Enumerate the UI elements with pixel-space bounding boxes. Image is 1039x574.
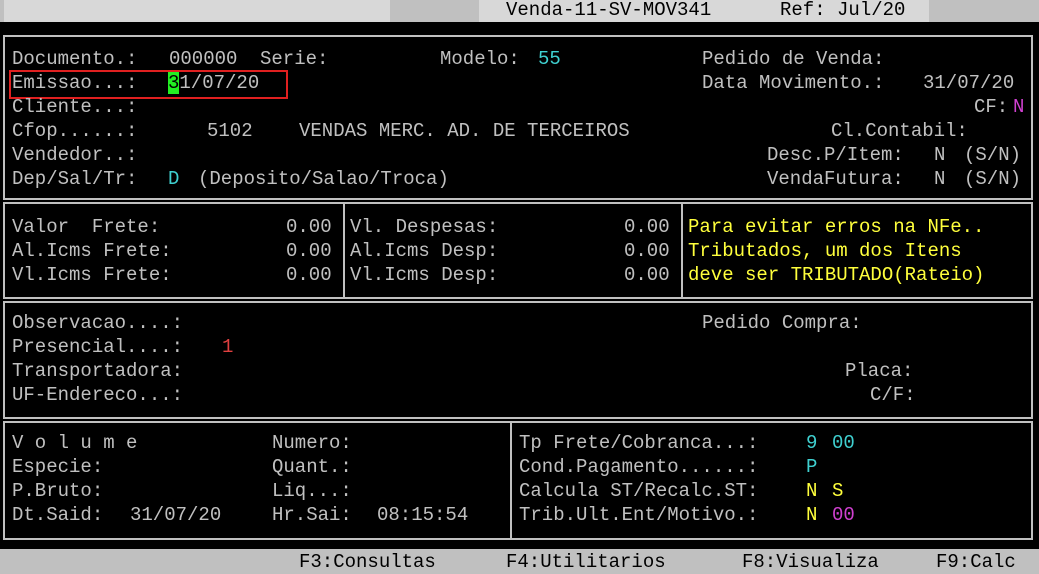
vl-icms-frete-label: Vl.Icms Frete: xyxy=(12,264,172,286)
recalc-st-field[interactable]: S xyxy=(832,479,843,503)
program-title: Venda-11-SV-MOV341 xyxy=(506,0,712,21)
motivo-field[interactable]: 00 xyxy=(832,503,855,527)
calcula-st-field[interactable]: N xyxy=(806,479,817,503)
hr-sai-label: Hr.Sai: xyxy=(272,504,352,526)
vl-despesas-label: Vl. Despesas: xyxy=(350,216,499,238)
title-bar-segment xyxy=(4,0,390,22)
dep-sal-tr-label: Dep/Sal/Tr: xyxy=(12,168,138,190)
f3-consultas-key[interactable]: F3:Consultas xyxy=(299,550,436,574)
f4-utilitarios-key[interactable]: F4:Utilitarios xyxy=(506,550,666,574)
liq-label: Liq...: xyxy=(272,480,352,502)
modelo-label: Modelo: xyxy=(440,48,520,70)
warning-message: Para evitar erros na NFe.. xyxy=(688,216,985,238)
vl-icms-desp-label: Vl.Icms Desp: xyxy=(350,264,499,286)
tp-frete-label: Tp Frete/Cobranca...: xyxy=(519,432,759,454)
data-movimento-field[interactable]: 31/07/20 xyxy=(923,71,1014,95)
tp-frete-field[interactable]: 9 xyxy=(806,431,817,455)
desc-item-hint: (S/N) xyxy=(964,144,1022,166)
serie-label: Serie: xyxy=(260,48,329,70)
desc-item-label: Desc.P/Item: xyxy=(767,144,904,166)
observacao-label: Observacao....: xyxy=(12,312,184,334)
vl-icms-desp-field[interactable]: 0.00 xyxy=(624,263,670,287)
cf-field[interactable]: N xyxy=(1013,95,1024,119)
modelo-field[interactable]: 55 xyxy=(538,47,561,71)
cond-pagamento-field[interactable]: P xyxy=(806,455,817,479)
cf-transport-label: C/F: xyxy=(870,384,916,406)
dt-said-field[interactable]: 31/07/20 xyxy=(130,503,221,527)
al-icms-desp-label: Al.Icms Desp: xyxy=(350,240,499,262)
dt-said-label: Dt.Said: xyxy=(12,504,104,526)
reference-period: Ref: Jul/20 xyxy=(780,0,906,21)
vl-icms-frete-field[interactable]: 0.00 xyxy=(286,263,332,287)
divider xyxy=(681,202,683,299)
dep-sal-tr-hint: (Deposito/Salao/Troca) xyxy=(198,168,449,190)
hr-sai-field[interactable]: 08:15:54 xyxy=(377,503,468,527)
documento-label: Documento.: xyxy=(12,48,138,70)
pedido-compra-label: Pedido Compra: xyxy=(702,312,862,334)
cf-label: CF: xyxy=(974,96,1009,118)
desc-item-field[interactable]: N xyxy=(934,143,945,167)
valor-frete-field[interactable]: 0.00 xyxy=(286,215,332,239)
placa-label: Placa: xyxy=(845,360,914,382)
warning-message: deve ser TRIBUTADO(Rateio) xyxy=(688,264,985,286)
trib-ult-ent-field[interactable]: N xyxy=(806,503,817,527)
vendedor-label: Vendedor..: xyxy=(12,144,138,166)
cl-contabil-label: Cl.Contabil: xyxy=(831,120,968,142)
cliente-label: Cliente...: xyxy=(12,96,138,118)
especie-label: Especie: xyxy=(12,456,104,478)
numero-label: Numero: xyxy=(272,432,352,454)
divider xyxy=(510,421,512,540)
presencial-label: Presencial....: xyxy=(12,336,184,358)
divider xyxy=(343,202,345,299)
al-icms-frete-field[interactable]: 0.00 xyxy=(286,239,332,263)
warning-message: Tributados, um dos Itens xyxy=(688,240,962,262)
pedido-venda-label: Pedido de Venda: xyxy=(702,48,885,70)
function-key-bar: F3:Consultas F4:Utilitarios F8:Visualiza… xyxy=(0,549,1039,574)
uf-endereco-label: UF-Endereco...: xyxy=(12,384,184,406)
trib-ult-ent-label: Trib.Ult.Ent/Motivo.: xyxy=(519,504,759,526)
cfop-description: VENDAS MERC. AD. DE TERCEIROS xyxy=(299,120,630,142)
venda-futura-hint: (S/N) xyxy=(964,168,1022,190)
venda-futura-field[interactable]: N xyxy=(934,167,945,191)
presencial-field[interactable]: 1 xyxy=(222,335,233,359)
calcula-st-label: Calcula ST/Recalc.ST: xyxy=(519,480,759,502)
dep-sal-tr-field[interactable]: D xyxy=(168,167,179,191)
documento-field[interactable]: 000000 xyxy=(169,47,237,71)
venda-futura-label: VendaFutura: xyxy=(767,168,904,190)
cfop-field[interactable]: 5102 xyxy=(207,119,253,143)
cfop-label: Cfop......: xyxy=(12,120,138,142)
p-bruto-label: P.Bruto: xyxy=(12,480,104,502)
transportadora-label: Transportadora: xyxy=(12,360,184,382)
cobranca-field[interactable]: 00 xyxy=(832,431,855,455)
f9-calc-key[interactable]: F9:Calc xyxy=(936,550,1016,574)
al-icms-desp-field[interactable]: 0.00 xyxy=(624,239,670,263)
volume-label: V o l u m e xyxy=(12,432,138,454)
data-movimento-label: Data Movimento.: xyxy=(702,72,885,94)
cond-pagamento-label: Cond.Pagamento......: xyxy=(519,456,759,478)
valor-frete-label: Valor Frete: xyxy=(12,216,161,238)
al-icms-frete-label: Al.Icms Frete: xyxy=(12,240,172,262)
title-bar: Venda-11-SV-MOV341 Ref: Jul/20 xyxy=(0,0,1039,22)
quant-label: Quant.: xyxy=(272,456,352,478)
vl-despesas-field[interactable]: 0.00 xyxy=(624,215,670,239)
f8-visualiza-key[interactable]: F8:Visualiza xyxy=(742,550,879,574)
